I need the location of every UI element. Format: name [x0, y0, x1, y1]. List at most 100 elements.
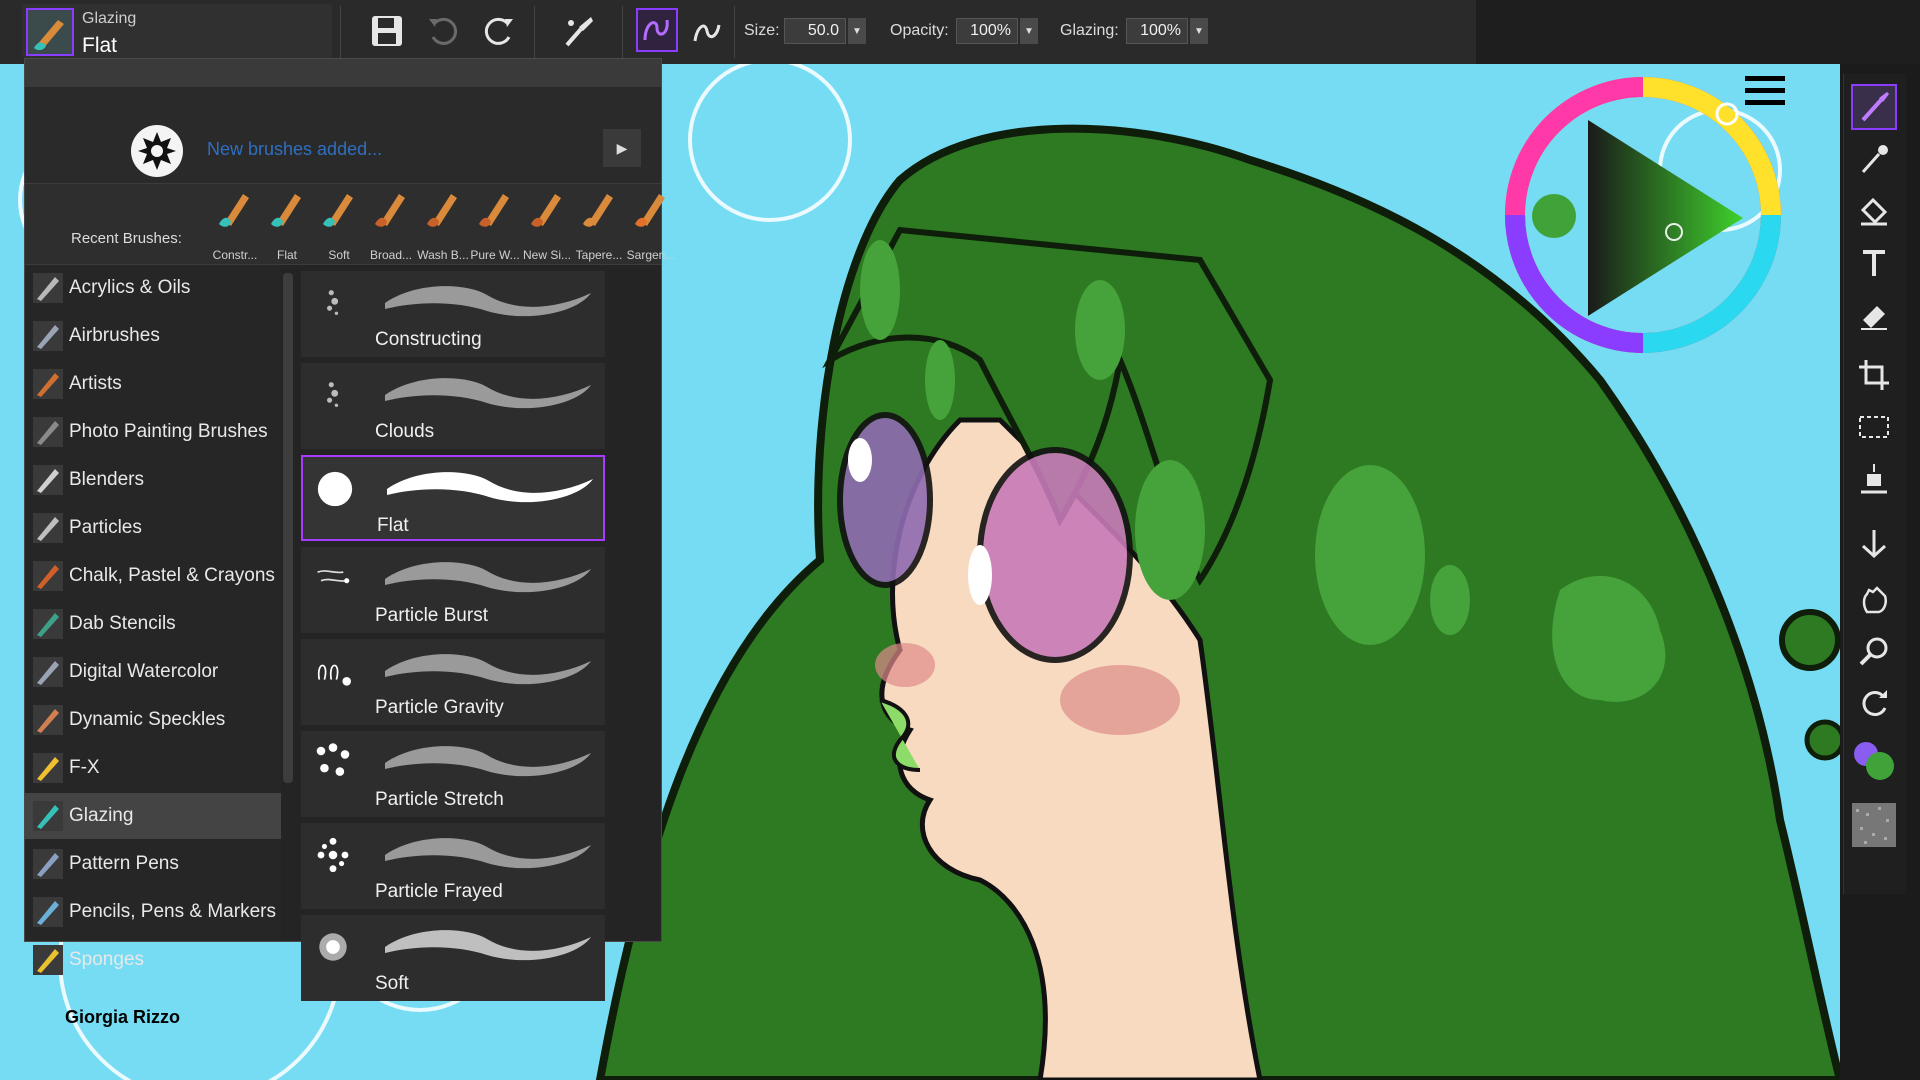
category-item[interactable]: Airbrushes: [25, 313, 281, 359]
brush-variant-item[interactable]: Particle Burst: [301, 547, 605, 633]
brush-variant-item[interactable]: Particle Frayed: [301, 823, 605, 909]
redo-button[interactable]: [476, 8, 522, 54]
opacity-field[interactable]: 100%: [956, 18, 1018, 44]
brush-variant-item[interactable]: Constructing: [301, 271, 605, 357]
category-label: Acrylics & Oils: [69, 277, 191, 298]
category-item[interactable]: Digital Watercolor: [25, 649, 281, 695]
color-wheel-graphic: [1505, 77, 1781, 353]
size-field[interactable]: 50.0: [784, 18, 846, 44]
text-tool[interactable]: [1851, 240, 1897, 286]
category-item[interactable]: Pattern Pens: [25, 841, 281, 887]
category-scrollbar[interactable]: [283, 273, 293, 783]
category-item[interactable]: Sponges: [25, 937, 281, 983]
recent-brush-label: Soft: [328, 248, 350, 262]
stroke-smoothing-button[interactable]: [636, 8, 678, 52]
brush-dab-preview-icon: [317, 837, 349, 873]
category-item[interactable]: Chalk, Pastel & Crayons: [25, 553, 281, 599]
recent-brush-item[interactable]: Soft: [313, 186, 365, 262]
color-swatches-icon: [1854, 742, 1894, 780]
category-item[interactable]: Particles: [25, 505, 281, 551]
brush-selector-panel: New brushes added... ▶ Recent Brushes: C…: [24, 58, 675, 1001]
recent-brush-label: Pure W...: [470, 248, 520, 262]
category-item[interactable]: Dynamic Speckles: [25, 697, 281, 743]
brush-variant-item[interactable]: Clouds: [301, 363, 605, 449]
brush-dab-preview-icon: [317, 664, 351, 686]
category-label: Dynamic Speckles: [69, 709, 226, 730]
crop-tool[interactable]: [1851, 352, 1897, 398]
recent-brush-item[interactable]: Broad...: [365, 186, 417, 262]
category-item[interactable]: Pencils, Pens & Markers: [25, 889, 281, 935]
recent-brush-item[interactable]: Wash B...: [417, 186, 469, 262]
new-brushes-badge-icon: [131, 125, 183, 177]
eraser-tool[interactable]: [1851, 292, 1897, 338]
rotate-icon: [1862, 690, 1887, 716]
rectangle-select-tool[interactable]: [1851, 404, 1897, 450]
category-label: Sponges: [69, 949, 145, 970]
category-item[interactable]: Blenders: [25, 457, 281, 503]
toolbar-separator: [734, 6, 735, 58]
brush-variant-item[interactable]: Particle Stretch: [301, 731, 605, 817]
brush-options-button[interactable]: [556, 8, 602, 54]
brush-icon: [323, 194, 353, 227]
redo-icon: [484, 17, 513, 45]
color-swatches[interactable]: [1851, 740, 1897, 786]
current-brush-selector[interactable]: Glazing Flat: [22, 4, 332, 58]
brush-stroke-preview: [385, 746, 591, 777]
category-label: Pencils, Pens & Markers: [69, 901, 276, 922]
paint-bucket-tool[interactable]: [1851, 188, 1897, 234]
chevron-down-icon: ▼: [852, 25, 862, 37]
recent-brush-item[interactable]: Flat: [261, 186, 313, 262]
stroke-alt-button[interactable]: [684, 8, 730, 54]
brush-dab-preview-icon: [327, 382, 339, 407]
eraser-icon: [1861, 306, 1887, 330]
hand-tool[interactable]: [1851, 576, 1897, 622]
color-wheel[interactable]: [1498, 70, 1788, 360]
opacity-dropdown[interactable]: ▼: [1020, 18, 1038, 44]
category-item[interactable]: Glazing: [25, 793, 281, 839]
brush-variant-item[interactable]: Soft: [301, 915, 605, 1001]
stroke-alt-icon: [693, 24, 721, 42]
category-item[interactable]: F-X: [25, 745, 281, 791]
recent-brush-item[interactable]: Constr...: [209, 186, 261, 262]
brush-variant-label: Particle Burst: [375, 605, 488, 626]
play-icon: ▶: [616, 139, 628, 156]
brush-variant-item[interactable]: Flat: [301, 455, 605, 541]
brush-variant-label: Particle Gravity: [375, 697, 504, 718]
toolbar-separator: [534, 6, 535, 58]
brush-variant-label: Particle Frayed: [375, 881, 503, 902]
recent-brush-item[interactable]: Sargen...: [625, 186, 677, 262]
recent-brush-item[interactable]: Pure W...: [469, 186, 521, 262]
transform-tool[interactable]: [1851, 456, 1897, 502]
size-dropdown[interactable]: ▼: [848, 18, 866, 44]
hamburger-menu-icon[interactable]: [1745, 74, 1785, 108]
tools-panel: [1843, 74, 1906, 894]
recent-brush-label: Constr...: [212, 248, 258, 262]
news-message-link[interactable]: New brushes added...: [207, 139, 382, 160]
brush-dab-preview-icon: [316, 743, 350, 776]
symmetry-tool[interactable]: [1851, 520, 1897, 566]
recent-brush-item[interactable]: Tapere...: [573, 186, 625, 262]
glazing-dropdown[interactable]: ▼: [1190, 18, 1208, 44]
category-item[interactable]: Artists: [25, 361, 281, 407]
dropper-tool[interactable]: [1851, 136, 1897, 182]
rotate-tool[interactable]: [1851, 680, 1897, 726]
transform-icon: [1861, 464, 1887, 494]
brush-icon: [479, 194, 509, 227]
opacity-label: Opacity:: [890, 22, 949, 39]
brush-variant-item[interactable]: Particle Gravity: [301, 639, 605, 725]
magnifier-tool[interactable]: [1851, 628, 1897, 674]
glazing-field[interactable]: 100%: [1126, 18, 1188, 44]
category-item[interactable]: Photo Painting Brushes: [25, 409, 281, 455]
current-brush-icon: [26, 8, 74, 56]
category-item[interactable]: Acrylics & Oils: [25, 265, 281, 311]
category-icon: [33, 417, 63, 447]
paper-texture-button[interactable]: [1851, 802, 1897, 848]
magnifier-icon: [1859, 637, 1888, 666]
category-item[interactable]: Dab Stencils: [25, 601, 281, 647]
news-play-button[interactable]: ▶: [603, 129, 641, 167]
paintbrush-tool[interactable]: [1851, 84, 1897, 130]
recent-brush-item[interactable]: New Si...: [521, 186, 573, 262]
save-button[interactable]: [364, 8, 410, 54]
brush-dab-preview-icon: [319, 933, 347, 961]
undo-button[interactable]: [420, 8, 466, 54]
